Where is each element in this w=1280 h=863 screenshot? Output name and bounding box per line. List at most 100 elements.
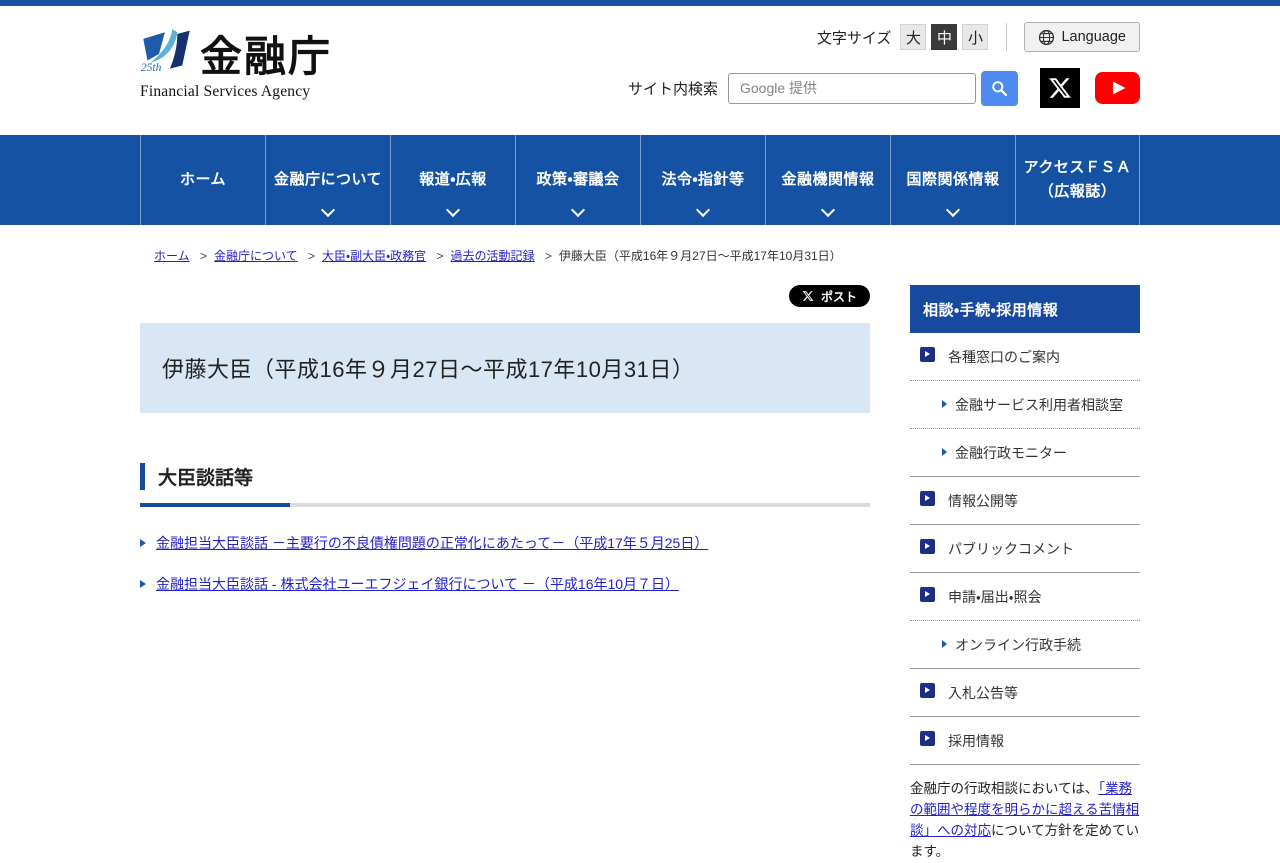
x-post-button[interactable]: ポスト <box>788 285 870 307</box>
page-title: 伊藤大臣（平成16年９月27日～平成17年10月31日） <box>162 357 695 382</box>
section-heading: 大臣談話等 <box>140 463 870 490</box>
nav-item[interactable]: ホーム <box>140 135 265 225</box>
sidebar-menu-item[interactable]: 情報公開等 <box>910 477 1140 525</box>
globe-icon <box>1038 29 1055 46</box>
sidebar-menu-link[interactable]: 各種窓口のご案内 <box>948 349 1060 365</box>
chevron-down-icon <box>570 205 586 217</box>
document-link[interactable]: 金融担当大臣談話 - 株式会社ユーエフジェイ銀行について －（平成16年10月７… <box>156 576 679 592</box>
nav-item[interactable]: 金融庁について <box>265 135 390 225</box>
breadcrumb-separator: > <box>544 249 552 263</box>
breadcrumb-link[interactable]: ホーム <box>154 249 190 263</box>
sidebar-menu-item[interactable]: 金融行政モニター <box>910 429 1140 477</box>
breadcrumb-link[interactable]: 過去の活動記録 <box>451 249 535 263</box>
sidebar-menu-link[interactable]: 採用情報 <box>948 733 1004 749</box>
arrow-square-icon <box>920 491 935 506</box>
nav-item-label: 国際関係情報 <box>906 171 1000 188</box>
font-size-buttons: 大 中 小 <box>900 24 989 50</box>
sidebar-title: 相談・手続・採用情報 <box>910 285 1140 333</box>
chevron-down-icon <box>445 205 461 217</box>
font-size-button[interactable]: 中 <box>931 24 958 50</box>
sidebar-menu-link[interactable]: 申請・届出・照会 <box>948 589 1042 605</box>
section-divider <box>140 503 870 507</box>
nav-item-label: ホーム <box>179 171 227 188</box>
chevron-down-icon <box>320 205 336 217</box>
document-link[interactable]: 金融担当大臣談話 －主要行の不良債権問題の正常化にあたって－（平成17年５月25… <box>156 535 708 551</box>
breadcrumb-separator: > <box>199 249 207 263</box>
font-size-button[interactable]: 大 <box>900 24 927 50</box>
nav-item-label: 金融庁について <box>273 171 383 188</box>
youtube-link[interactable] <box>1095 72 1140 104</box>
section-title: 大臣談話等 <box>158 468 254 489</box>
sidebar-menu-item[interactable]: パブリックコメント <box>910 525 1140 573</box>
search-button[interactable] <box>981 70 1018 106</box>
site-search-input[interactable] <box>728 72 976 104</box>
sidebar-menu-item[interactable]: 各種窓口のご案内 <box>910 333 1140 381</box>
document-link-item: 金融担当大臣談話 －主要行の不良債権問題の正常化にあたって－（平成17年５月25… <box>140 534 870 554</box>
language-button[interactable]: Language <box>1024 22 1140 52</box>
document-link-item: 金融担当大臣談話 - 株式会社ユーエフジェイ銀行について －（平成16年10月７… <box>140 575 870 595</box>
sidebar-menu-link[interactable]: 情報公開等 <box>948 493 1018 509</box>
vertical-divider <box>1006 23 1008 51</box>
sidebar-menu-link[interactable]: オンライン行政手続 <box>955 637 1081 653</box>
arrow-triangle-icon <box>942 448 947 456</box>
main-column: ポスト 伊藤大臣（平成16年９月27日～平成17年10月31日） 大臣談話等 金… <box>140 264 870 615</box>
nav-item[interactable]: 法令・指針等 <box>640 135 765 225</box>
sidebar-menu-link[interactable]: 金融サービス利用者相談室 <box>955 397 1123 413</box>
nav-item-label: アクセスＦＳＡ （広報誌） <box>1023 159 1132 200</box>
nav-item[interactable]: 報道・広報 <box>390 135 515 225</box>
chevron-down-icon <box>945 205 961 217</box>
breadcrumb-item: ホーム <box>140 249 193 263</box>
search-icon <box>991 80 1008 97</box>
nav-item-label: 政策・審議会 <box>536 171 620 188</box>
sidebar-menu-link[interactable]: パブリックコメント <box>948 541 1074 557</box>
sidebar-note-prefix: 金融庁の行政相談においては、 <box>910 781 1099 796</box>
breadcrumb-item: > 大臣・副大臣・政務官 <box>301 249 430 263</box>
nav-item[interactable]: アクセスＦＳＡ （広報誌） <box>1015 135 1140 225</box>
chevron-down-icon <box>820 205 836 217</box>
breadcrumb-item: > 伊藤大臣（平成16年９月27日～平成17年10月31日） <box>538 249 842 263</box>
arrow-square-icon <box>920 347 935 362</box>
breadcrumb: ホーム > 金融庁について > 大臣・副大臣・政務官 > 過去の活動記録 > 伊藤大臣（… <box>140 247 1140 264</box>
x-logo-icon <box>802 290 814 302</box>
arrow-square-icon <box>920 539 935 554</box>
fsa-logo[interactable]: 25th 金融庁 Financial Services Agency <box>140 22 350 106</box>
header-utility-row: 文字サイズ 大 中 小 Language <box>817 22 1140 52</box>
content-area: ポスト 伊藤大臣（平成16年９月27日～平成17年10月31日） 大臣談話等 金… <box>140 264 1140 863</box>
nav-item[interactable]: 政策・審議会 <box>515 135 640 225</box>
sidebar-menu-link[interactable]: 入札公告等 <box>948 685 1018 701</box>
sidebar-menu-item[interactable]: 採用情報 <box>910 717 1140 765</box>
nav-item-label: 報道・広報 <box>419 171 487 188</box>
nav-item[interactable]: 国際関係情報 <box>890 135 1015 225</box>
sidebar-note: 金融庁の行政相談においては、「業務の範囲や程度を明らかに超える苦情相談」への対応… <box>910 779 1140 863</box>
font-size-label: 文字サイズ <box>816 29 892 47</box>
site-search-label: サイト内検索 <box>627 80 718 98</box>
arrow-square-icon <box>920 731 935 746</box>
sidebar-menu-link[interactable]: 金融行政モニター <box>955 445 1067 461</box>
sidebar-menu-item[interactable]: 申請・届出・照会 <box>910 573 1140 621</box>
nav-item-label: 法令・指針等 <box>661 171 745 188</box>
document-link-list: 金融担当大臣談話 －主要行の不良債権問題の正常化にあたって－（平成17年５月25… <box>140 534 870 594</box>
breadcrumb-link[interactable]: 大臣・副大臣・政務官 <box>322 249 426 263</box>
sidebar: 相談・手続・採用情報 各種窓口のご案内 金融サービス利用者相談室 金融行政モニタ… <box>910 264 1140 863</box>
site-header: 25th 金融庁 Financial Services Agency 文字サイズ… <box>0 6 1280 135</box>
nav-item-label: 金融機関情報 <box>781 171 875 188</box>
sidebar-menu-item[interactable]: 入札公告等 <box>910 669 1140 717</box>
logo-title: 金融庁 <box>200 33 333 80</box>
font-size-button[interactable]: 小 <box>962 24 989 50</box>
breadcrumb-link[interactable]: 金融庁について <box>214 249 298 263</box>
arrow-square-icon <box>920 683 935 698</box>
language-button-label: Language <box>1061 29 1126 45</box>
x-social-link[interactable] <box>1040 68 1080 108</box>
breadcrumb-separator: > <box>308 249 316 263</box>
sidebar-menu: 各種窓口のご案内 金融サービス利用者相談室 金融行政モニター 情報公開等 パブリ… <box>910 333 1140 765</box>
x-post-button-label: ポスト <box>820 289 857 304</box>
global-navigation: ホーム 金融庁について 報道・広報 政策・審議会 法令・指針等 金融機関情報 国… <box>0 135 1280 225</box>
chevron-down-icon <box>695 205 711 217</box>
breadcrumb-item: > 過去の活動記録 <box>430 249 538 263</box>
fsa-logo-emblem: 25th <box>140 24 198 87</box>
sidebar-menu-item[interactable]: オンライン行政手続 <box>910 621 1140 669</box>
svg-text:25th: 25th <box>141 61 162 74</box>
page-title-box: 伊藤大臣（平成16年９月27日～平成17年10月31日） <box>140 323 870 413</box>
sidebar-menu-item[interactable]: 金融サービス利用者相談室 <box>910 381 1140 429</box>
nav-item[interactable]: 金融機関情報 <box>765 135 890 225</box>
